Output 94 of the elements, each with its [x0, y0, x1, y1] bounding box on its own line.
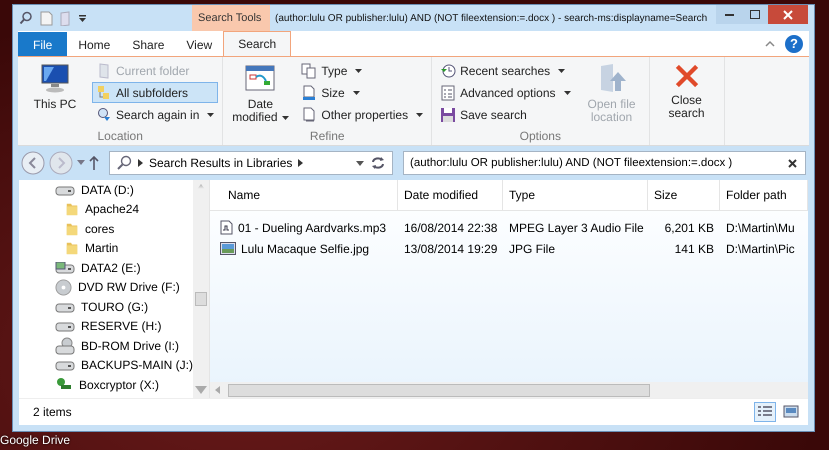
column-header[interactable]: Type	[503, 180, 648, 210]
dropdown-icon[interactable]	[356, 160, 364, 166]
tree-item[interactable]: Boxcryptor (X:)	[55, 375, 160, 394]
ribbon-button[interactable]: Size	[297, 82, 428, 103]
search-icon	[96, 106, 112, 122]
tree-item[interactable]: cores	[65, 219, 114, 238]
table-cell-text: MPEG Layer 3 Audio File	[508, 220, 645, 234]
collapse-ribbon-icon[interactable]	[765, 40, 775, 47]
vertical-scrollbar[interactable]	[193, 180, 209, 398]
optical-drive-icon	[55, 336, 75, 355]
drive-icon	[55, 262, 75, 274]
search-field[interactable]: (author:lulu OR publisher:lulu) AND (NOT fileextension:=.docx )	[403, 151, 806, 175]
folder-icon	[65, 201, 79, 218]
ribbon-tab[interactable]: File	[18, 32, 68, 56]
large-icons-view-icon	[783, 405, 799, 419]
tree-item[interactable]: RESERVE (H:)	[55, 316, 162, 336]
breadcrumb[interactable]: Search Results in Libraries	[149, 156, 292, 170]
ribbon-tab[interactable]: Home	[67, 32, 122, 56]
up-arrow-icon[interactable]	[89, 156, 99, 170]
audio-file-icon	[220, 220, 233, 235]
tree-item[interactable]: DATA (D:)	[55, 180, 134, 200]
table-cell-text: JPG File	[508, 242, 556, 256]
ribbon-button[interactable]: Close search	[654, 60, 720, 143]
clear-icon[interactable]	[788, 158, 797, 168]
item-count: 2 items	[33, 405, 72, 419]
table-cell-text: 6,201 KB	[664, 220, 715, 234]
tree-item[interactable]: Martin	[65, 238, 118, 258]
maximize-icon	[750, 10, 760, 19]
tree-item[interactable]: DATA2 (E:)	[55, 258, 141, 278]
desktop-icon-label: Google Drive	[0, 433, 70, 447]
group-label: Refine	[308, 129, 346, 143]
horizontal-scrollbar[interactable]	[210, 382, 808, 398]
drive-icon	[55, 359, 75, 372]
column-header[interactable]: Size	[648, 180, 720, 210]
ribbon-button[interactable]: Search again in	[92, 104, 218, 125]
ribbon-button[interactable]: Save search	[436, 104, 575, 125]
group-label: Options	[518, 129, 562, 143]
documents-icon	[301, 62, 318, 78]
refresh-icon[interactable]	[370, 156, 386, 170]
help-button[interactable]: ?	[785, 34, 803, 52]
ribbon-button[interactable]: Date modified	[227, 60, 294, 129]
column-header[interactable]: Name	[210, 180, 398, 210]
tree-item[interactable]: Apache24	[65, 200, 140, 219]
drive-icon	[55, 320, 75, 332]
close-icon	[783, 10, 793, 20]
table-cell-text: 16/08/2014 22:38	[403, 220, 498, 234]
file-name[interactable]: 01 - Dueling Aardvarks.mp3	[238, 220, 386, 234]
ribbon-button[interactable]: All subfolders	[92, 82, 218, 103]
search-icon[interactable]	[19, 11, 33, 25]
ribbon-button[interactable]: Type	[297, 60, 428, 81]
ribbon-tab[interactable]: Share	[121, 32, 176, 56]
tree-item[interactable]: DVD RW Drive (F:)	[55, 278, 180, 297]
maximize-button[interactable]	[742, 5, 768, 24]
document-icon	[301, 106, 318, 122]
search-icon	[116, 155, 132, 171]
image-file-icon	[220, 242, 236, 255]
tree-item[interactable]: BACKUPS-MAIN (J:)	[55, 356, 193, 375]
view-button[interactable]	[754, 402, 776, 422]
chevron-icon	[138, 159, 143, 167]
ribbon-button[interactable]: Advanced options	[436, 82, 575, 103]
contextual-tab-header: Search Tools	[192, 5, 270, 31]
folder-icon	[65, 240, 79, 256]
document-icon	[301, 84, 318, 100]
close-button[interactable]	[768, 5, 808, 24]
ribbon-tab[interactable]: Search	[223, 31, 292, 56]
drive-icon	[55, 184, 75, 196]
ribbon-button[interactable]: Other properties	[297, 104, 428, 125]
disc-icon	[55, 278, 72, 296]
chevron-icon	[298, 159, 304, 167]
address-bar[interactable]: Search Results in Libraries	[109, 151, 393, 175]
table-cell-text: D:\Martin\Pic	[725, 242, 796, 256]
table-cell-text: 141 KB	[674, 242, 715, 256]
dropdown-icon[interactable]	[78, 14, 87, 22]
ribbon-button[interactable]: This PC	[22, 60, 88, 129]
group-label: Location	[96, 129, 144, 143]
folders-icon	[96, 84, 112, 100]
ribbon-button[interactable]: Recent searches	[436, 60, 575, 81]
clock-icon	[440, 62, 456, 78]
options-icon	[440, 84, 456, 100]
file-name[interactable]: Lulu Macaque Selfie.jpg	[241, 242, 370, 256]
table-cell-text: 13/08/2014 19:29	[403, 242, 498, 256]
minimize-icon	[724, 14, 734, 16]
tree-item[interactable]: TOURO (G:)	[55, 297, 148, 316]
document-icon[interactable]	[40, 10, 53, 26]
window-title: (author:lulu OR publisher:lulu) AND (NOT fileextension:=.docx ) - search-ms:displayname=Search	[275, 12, 708, 24]
computer-icon	[39, 62, 71, 94]
column-header[interactable]: Date modified	[398, 180, 503, 210]
ribbon-tab[interactable]: View	[175, 32, 224, 56]
tree-item[interactable]: BD-ROM Drive (I:)	[55, 336, 179, 356]
back-button[interactable]	[21, 151, 45, 175]
drive-icon	[55, 300, 75, 313]
minimize-button[interactable]	[716, 5, 742, 24]
table-cell-text: D:\Martin\Mu	[725, 220, 796, 234]
column-header[interactable]: Folder path	[720, 180, 808, 210]
